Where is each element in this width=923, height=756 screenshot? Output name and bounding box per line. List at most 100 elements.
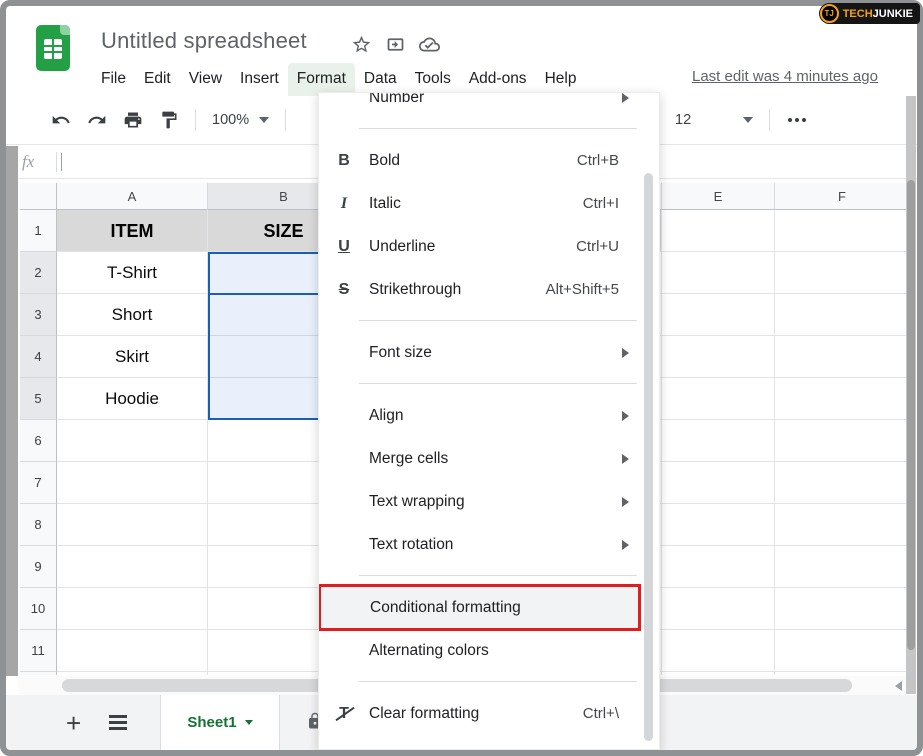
cell-A2[interactable]: T-Shirt [57,252,208,294]
cell-E9[interactable] [662,546,775,588]
row-header-10[interactable]: 10 [20,588,57,630]
row-header-2[interactable]: 2 [20,252,57,294]
clear-formatting-icon: T [339,705,349,723]
menu-item-conditional-formatting[interactable]: Conditional formatting [320,586,639,629]
menu-item-text-wrapping[interactable]: Text wrapping [319,480,659,523]
cell-A6[interactable] [57,420,208,462]
menu-edit[interactable]: Edit [135,63,180,98]
vertical-scrollbar-thumb[interactable] [907,180,915,650]
cell-A1[interactable]: ITEM [57,210,208,252]
menu-item-alternating-colors[interactable]: Alternating colors [319,629,659,672]
row-header-8[interactable]: 8 [20,504,57,546]
menu-item-align[interactable]: Align [319,394,659,437]
vertical-scrollbar[interactable] [906,96,916,694]
cell-F7[interactable] [775,462,910,504]
redo-button[interactable] [87,110,107,130]
cell-A7[interactable] [57,462,208,504]
cell-F6[interactable] [775,420,910,462]
cell-F9[interactable] [775,546,910,588]
menu-file[interactable]: File [92,63,135,98]
cell-A8[interactable] [57,504,208,546]
menu-view[interactable]: View [180,63,231,98]
row-header-9[interactable]: 9 [20,546,57,588]
paint-format-button[interactable] [159,110,179,130]
menu-item-number[interactable]: Number [319,92,659,119]
cell-E2[interactable] [662,252,775,294]
move-folder-icon[interactable] [385,34,406,60]
cell-F8[interactable] [775,504,910,546]
cell-A10[interactable] [57,588,208,630]
undo-button[interactable] [51,110,71,130]
menu-item-strikethrough[interactable]: SStrikethroughAlt+Shift+5 [319,268,659,311]
menu-item-text-rotation[interactable]: Text rotation [319,523,659,566]
menu-item-bold[interactable]: BBoldCtrl+B [319,139,659,182]
menu-item-merge-cells[interactable]: Merge cells [319,437,659,480]
star-icon[interactable] [351,34,372,60]
cell-F5[interactable] [775,378,910,420]
cell-E1[interactable] [662,210,775,252]
row-header-4[interactable]: 4 [20,336,57,378]
menu-item-shortcut: Ctrl+B [577,152,645,169]
cell-F2[interactable] [775,252,910,294]
cell-F3[interactable] [775,294,910,336]
submenu-arrow-icon [622,540,629,550]
cell-F1[interactable] [775,210,910,252]
cell-E4[interactable] [662,336,775,378]
cell-A3[interactable]: Short [57,294,208,336]
cell-A5[interactable]: Hoodie [57,378,208,420]
add-sheet-button[interactable]: + [66,713,81,733]
sheet-tab[interactable]: Sheet1 [160,695,280,750]
row-header-6[interactable]: 6 [20,420,57,462]
menu-item-label: Bold [369,152,400,170]
select-all-corner[interactable] [20,183,57,210]
row-header-3[interactable]: 3 [20,294,57,336]
sheet-tab-menu-icon[interactable] [245,720,253,725]
page-title[interactable]: Untitled spreadsheet [101,28,307,54]
row-header-7[interactable]: 7 [20,462,57,504]
last-edit-link[interactable]: Last edit was 4 minutes ago [692,68,918,85]
cell-E11[interactable] [662,630,775,672]
menu-item-italic[interactable]: IItalicCtrl+I [319,182,659,225]
cell-E5[interactable] [662,378,775,420]
cell-A12[interactable] [57,672,208,675]
row-header-1[interactable]: 1 [20,210,57,252]
column-header-E[interactable]: E [662,183,775,210]
cell-A9[interactable] [57,546,208,588]
cell-E12[interactable] [662,672,775,675]
submenu-arrow-icon [622,348,629,358]
font-size-select[interactable]: 12 [667,96,792,144]
cell-E10[interactable] [662,588,775,630]
scroll-left-arrow-icon[interactable] [895,681,902,691]
column-header-A[interactable]: A [57,183,208,210]
menu-insert[interactable]: Insert [231,63,288,98]
menu-scrollbar-thumb[interactable] [644,173,653,741]
chevron-down-icon [743,117,753,123]
more-options-icon[interactable] [788,118,792,122]
google-sheets-window: Untitled spreadsheet FileEditViewInsert F… [0,0,923,756]
cell-F4[interactable] [775,336,910,378]
menu-item-clear-formatting[interactable]: TClear formattingCtrl+\ [319,692,659,735]
row-header-12[interactable] [20,672,57,675]
cell-E6[interactable] [662,420,775,462]
cell-E7[interactable] [662,462,775,504]
column-header-F[interactable]: F [775,183,910,210]
cell-F10[interactable] [775,588,910,630]
cell-A4[interactable]: Skirt [57,336,208,378]
zoom-select[interactable]: 100% [212,112,269,128]
sheets-logo-icon[interactable] [36,25,70,71]
cell-F12[interactable] [775,672,910,675]
menu-item-underline[interactable]: UUnderlineCtrl+U [319,225,659,268]
all-sheets-button[interactable] [109,715,127,730]
cell-E8[interactable] [662,504,775,546]
menu-item-label: Italic [369,195,401,213]
cell-E3[interactable] [662,294,775,336]
print-button[interactable] [123,110,143,130]
row-header-5[interactable]: 5 [20,378,57,420]
menu-item-font-size[interactable]: Font size [319,331,659,374]
sheet-tab-label: Sheet1 [187,714,236,731]
cloud-status-icon[interactable] [419,34,440,60]
window-edge [6,146,18,676]
cell-F11[interactable] [775,630,910,672]
cell-A11[interactable] [57,630,208,672]
row-header-11[interactable]: 11 [20,630,57,672]
